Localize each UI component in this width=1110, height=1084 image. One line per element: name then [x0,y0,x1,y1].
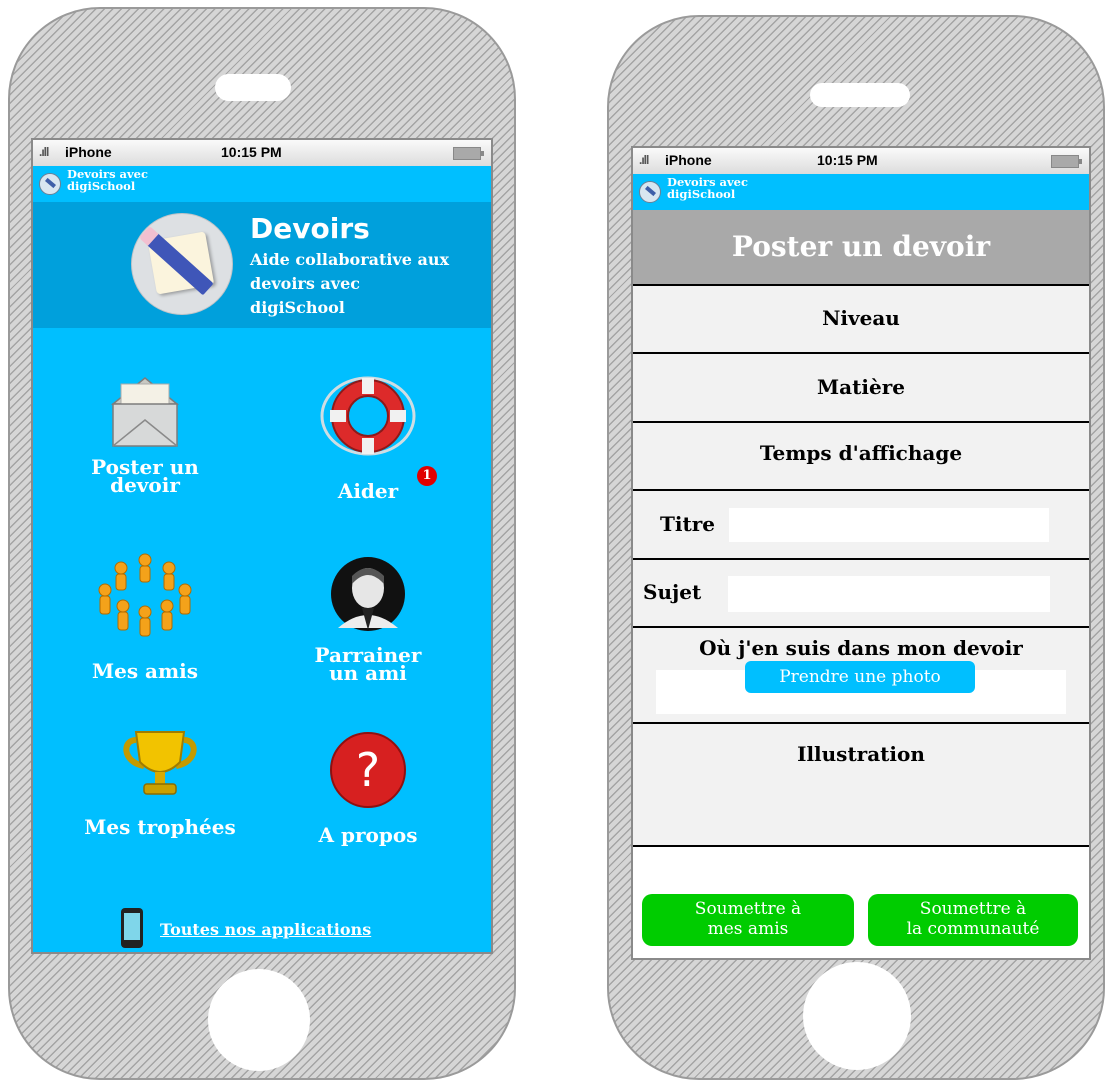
display-time-select[interactable]: Temps d'affichage [633,423,1089,491]
banner-subtitle: Aide collaborative aux devoirs avec digi… [250,250,450,317]
signal-icon: .ıll [639,153,649,167]
illustration-row: Illustration [633,724,1089,845]
portrait-icon [331,557,405,631]
submit-to-friends-button[interactable]: Soumettre à mes amis [642,894,854,946]
mobile-phone-icon [121,908,143,948]
post-homework-screen: .ıll iPhone 10:15 PM Devoirs avec digiSc… [631,146,1091,960]
menu-post-homework-label: Poster un devoir [91,455,199,497]
app-logo-icon [639,181,661,203]
subject-label: Matière [817,375,905,399]
illustration-label: Illustration [797,742,925,766]
menu-about[interactable]: ? A propos [268,730,468,847]
notification-badge: 1 [417,466,437,486]
clock: 10:15 PM [221,144,282,160]
topic-label: Sujet [643,580,702,604]
level-select[interactable]: Niveau [633,286,1089,354]
post-homework-form: Niveau Matière Temps d'affichage Titre S… [633,284,1089,847]
home-screen: .ıll iPhone 10:15 PM Devoirs avec digiSc… [31,138,493,954]
menu-friends[interactable]: Mes amis [45,550,245,683]
banner-title: Devoirs [250,212,370,245]
home-button[interactable] [208,969,310,1071]
status-bar: .ıll iPhone 10:15 PM [33,140,491,166]
title-field[interactable] [729,508,1049,542]
menu-post-homework[interactable]: Poster un devoir [45,370,245,497]
menu-about-label: A propos [318,823,418,847]
all-apps-link[interactable]: Toutes nos applications [160,920,371,939]
app-title: Devoirs avec digiSchool [667,175,748,201]
progress-label: Où j'en suis dans mon devoir [699,636,1023,660]
take-photo-button[interactable]: Prendre une photo [745,661,975,693]
level-label: Niveau [822,306,900,330]
carrier-label: iPhone [665,152,712,168]
subject-select[interactable]: Matière [633,354,1089,423]
friends-circle-icon [98,553,192,637]
clock: 10:15 PM [817,152,878,168]
display-time-label: Temps d'affichage [759,441,963,465]
speaker-slot [810,83,910,107]
submit-to-community-button[interactable]: Soumettre à la communauté [868,894,1078,946]
battery-icon [1051,155,1082,168]
topic-row: Sujet [633,560,1089,628]
status-bar: .ıll iPhone 10:15 PM [633,148,1089,174]
question-icon: ? [330,732,406,808]
title-label: Titre [660,512,715,536]
pencil-logo-icon [131,213,233,315]
app-bar: Devoirs avec digiSchool [33,166,491,202]
speaker-slot [215,74,291,101]
page-title: Poster un devoir [633,210,1089,284]
menu-help-label: Aider [337,479,399,503]
menu-trophies-label: Mes trophées [84,815,236,839]
app-banner: Devoirs Aide collaborative aux devoirs a… [33,202,491,328]
carrier-label: iPhone [65,144,112,160]
home-button[interactable] [803,962,911,1070]
menu-sponsor-friend-label: Parrainer un ami [314,643,422,685]
title-row: Titre [633,491,1089,560]
menu-friends-label: Mes amis [91,659,199,683]
menu-trophies[interactable]: Mes trophées [60,726,260,839]
trophy-icon [123,731,197,795]
app-bar: Devoirs avec digiSchool [633,174,1089,210]
signal-icon: .ıll [39,145,49,159]
battery-icon [453,147,484,160]
app-title: Devoirs avec digiSchool [67,167,148,193]
topic-field[interactable] [728,576,1050,612]
menu-help[interactable]: Aider [268,372,468,503]
svg-text:?: ? [356,743,380,797]
app-logo-icon [39,173,61,195]
envelope-icon [110,377,180,447]
lifebuoy-icon [320,376,416,456]
menu-sponsor-friend[interactable]: Parrainer un ami [268,554,468,685]
